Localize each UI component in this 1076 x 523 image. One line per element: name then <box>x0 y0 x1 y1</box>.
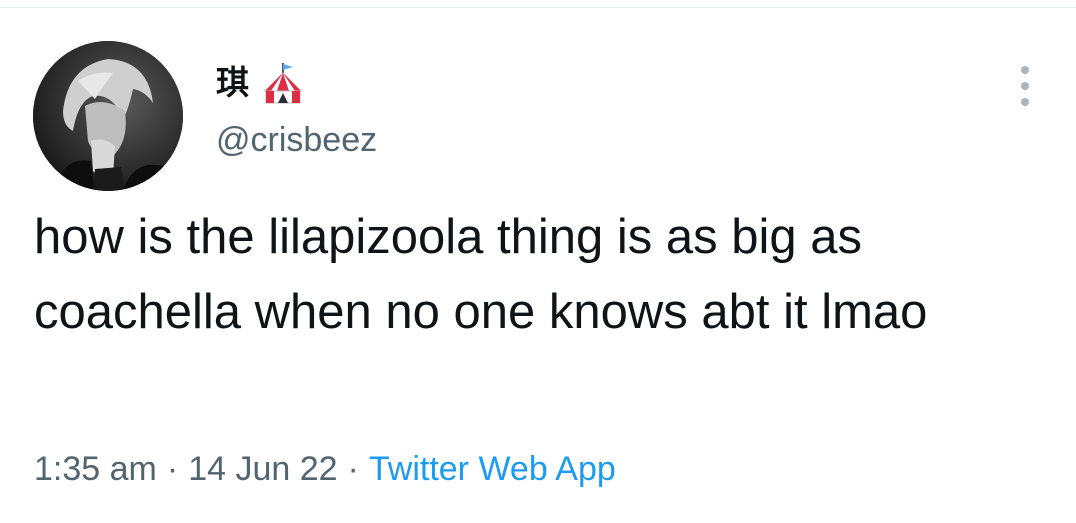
user-info: 琪 @crisbeez <box>216 60 377 160</box>
top-divider <box>0 7 1076 8</box>
user-handle[interactable]: @crisbeez <box>216 120 377 160</box>
meta-separator: · <box>347 450 359 488</box>
meta-separator: · <box>166 450 179 488</box>
tweet-date[interactable]: 14 Jun 22 <box>188 450 337 488</box>
menu-dot <box>1021 98 1029 106</box>
more-vertical-icon[interactable] <box>1008 66 1042 106</box>
tweet-card: 琪 @crisbeez how is the lilapizoola thing… <box>0 0 1076 523</box>
display-name-row: 琪 <box>216 60 377 106</box>
display-name[interactable]: 琪 <box>216 60 249 106</box>
tweet-time[interactable]: 1:35 am <box>34 450 157 488</box>
tweet-metadata: 1:35 am · 14 Jun 22 · Twitter Web App <box>34 448 616 490</box>
tweet-source-link[interactable]: Twitter Web App <box>369 450 616 488</box>
avatar[interactable] <box>33 41 183 191</box>
tweet-text: how is the lilapizoola thing is as big a… <box>34 210 928 339</box>
avatar-image <box>33 41 183 191</box>
menu-dot <box>1021 66 1029 74</box>
menu-dot <box>1021 82 1029 90</box>
circus-tent-icon <box>263 61 303 105</box>
